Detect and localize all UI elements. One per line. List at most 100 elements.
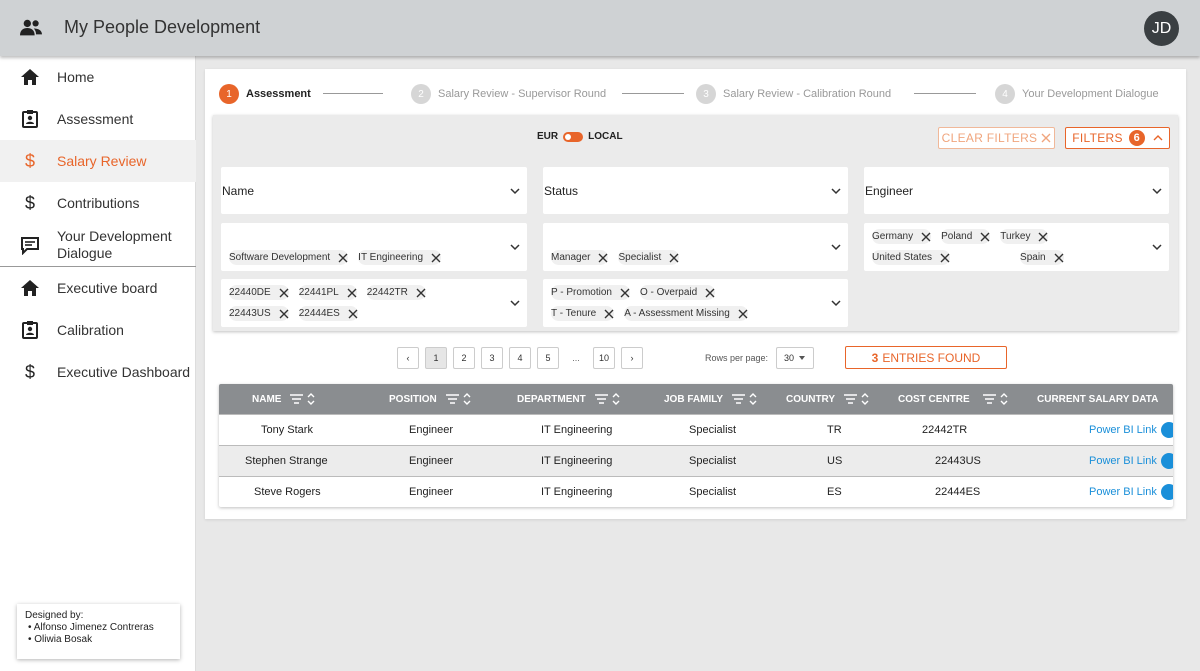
chip[interactable]: 22440DE xyxy=(229,285,289,300)
power-bi-link[interactable]: Power BI Link xyxy=(1089,486,1157,498)
chip[interactable]: T - Tenure xyxy=(551,306,615,321)
step-2[interactable]: 2 Salary Review - Supervisor Round xyxy=(411,83,606,105)
pagination-ellipsis: ... xyxy=(572,353,580,363)
page-button[interactable]: 1 xyxy=(425,347,447,369)
column-header-cost-centre[interactable]: COST CENTRE xyxy=(898,384,1008,414)
sort-icon[interactable] xyxy=(843,392,869,406)
sidebar-item-executive-dashboard[interactable]: $ Executive Dashboard xyxy=(0,351,196,393)
chip[interactable]: Poland xyxy=(941,229,991,244)
chip[interactable]: A - Assessment Missing xyxy=(624,306,748,321)
chip[interactable]: 22441PL xyxy=(298,285,357,300)
close-icon[interactable] xyxy=(431,253,441,263)
table-row[interactable]: Steve Rogers Engineer IT Engineering Spe… xyxy=(219,476,1173,507)
filters-toggle-button[interactable]: FILTERS 6 xyxy=(1065,127,1170,149)
column-header-position[interactable]: POSITION xyxy=(389,384,471,414)
rows-per-page-select[interactable]: 30 xyxy=(776,347,814,369)
chip-label: P - Promotion xyxy=(551,287,612,298)
close-icon[interactable] xyxy=(1038,232,1048,242)
chip-label: United States xyxy=(872,252,933,263)
chip[interactable]: O - Overpaid xyxy=(639,285,716,300)
column-header-name[interactable]: NAME xyxy=(252,384,315,414)
step-4[interactable]: 4 Your Development Dialogue xyxy=(995,83,1159,105)
sidebar-item-salary-review[interactable]: $ Salary Review xyxy=(0,140,196,182)
sidebar-item-development-dialogue[interactable]: Your Development Dialogue xyxy=(0,224,196,266)
chip[interactable]: P - Promotion xyxy=(551,285,630,300)
chevron-down-icon xyxy=(831,300,841,307)
power-bi-link[interactable]: Power BI Link xyxy=(1089,455,1157,467)
page-button[interactable]: 5 xyxy=(537,347,559,369)
department-select[interactable]: Software Development IT Engineering xyxy=(221,223,527,271)
cost-centre-select[interactable]: 22440DE 22441PL 22442TR 22443US 22444ES xyxy=(221,279,527,327)
cell-position: Engineer xyxy=(409,486,454,498)
close-icon[interactable] xyxy=(338,253,348,263)
employee-table: NAME POSITION DEPARTMENT JOB FAMILY COUN… xyxy=(219,384,1173,507)
sort-icon[interactable] xyxy=(289,392,315,406)
chip[interactable]: Spain xyxy=(1020,250,1064,265)
prev-page-button[interactable]: ‹ xyxy=(397,347,419,369)
close-icon[interactable] xyxy=(980,232,990,242)
page-button[interactable]: 4 xyxy=(509,347,531,369)
clear-filters-button[interactable]: CLEAR FILTERS xyxy=(938,127,1055,149)
chip[interactable]: Turkey xyxy=(1000,229,1049,244)
currency-toggle[interactable]: EUR LOCAL xyxy=(537,131,623,142)
close-icon[interactable] xyxy=(279,288,289,298)
table-row[interactable]: Tony Stark Engineer IT Engineering Speci… xyxy=(219,414,1173,445)
table-row[interactable]: Stephen Strange Engineer IT Engineering … xyxy=(219,445,1173,476)
sort-icon[interactable] xyxy=(445,392,471,406)
stepper: 1 Assessment 2 Salary Review - Superviso… xyxy=(219,83,1169,105)
column-header-country[interactable]: COUNTRY xyxy=(786,384,869,414)
close-icon[interactable] xyxy=(348,309,358,319)
step-3[interactable]: 3 Salary Review - Calibration Round xyxy=(696,83,891,105)
page-button[interactable]: 10 xyxy=(593,347,615,369)
power-bi-icon[interactable] xyxy=(1161,453,1173,469)
column-header-job-family[interactable]: JOB FAMILY xyxy=(664,384,757,414)
power-bi-link[interactable]: Power BI Link xyxy=(1089,424,1157,436)
page-button[interactable]: 2 xyxy=(453,347,475,369)
sort-icon[interactable] xyxy=(594,392,620,406)
salary-status-select[interactable]: P - Promotion O - Overpaid T - Tenure A … xyxy=(543,279,848,327)
name-select[interactable]: Name xyxy=(221,167,527,214)
chip[interactable]: Manager xyxy=(551,250,609,265)
currency-switch[interactable] xyxy=(563,131,584,142)
chip[interactable]: 22444ES xyxy=(298,306,358,321)
page-button[interactable]: 3 xyxy=(481,347,503,369)
power-bi-icon[interactable] xyxy=(1161,422,1173,438)
column-header-current-salary-data[interactable]: CURRENT SALARY DATA xyxy=(1037,384,1158,414)
column-header-department[interactable]: DEPARTMENT xyxy=(517,384,620,414)
chip[interactable]: 22442TR xyxy=(366,285,426,300)
power-bi-icon[interactable] xyxy=(1161,484,1173,500)
role-select[interactable]: Engineer xyxy=(864,167,1169,214)
status-select[interactable]: Status xyxy=(543,167,848,214)
close-icon[interactable] xyxy=(347,288,357,298)
close-icon[interactable] xyxy=(620,288,630,298)
cell-cost-centre: 22442TR xyxy=(922,424,968,436)
chip[interactable]: United States xyxy=(872,250,951,265)
sidebar-item-contributions[interactable]: $ Contributions xyxy=(0,182,196,224)
next-page-button[interactable]: › xyxy=(621,347,643,369)
chip[interactable]: Germany xyxy=(872,229,932,244)
user-avatar[interactable]: JD xyxy=(1144,11,1179,46)
close-icon[interactable] xyxy=(669,253,679,263)
sort-icon[interactable] xyxy=(731,392,757,406)
close-icon[interactable] xyxy=(940,253,950,263)
close-icon[interactable] xyxy=(279,309,289,319)
step-1[interactable]: 1 Assessment xyxy=(219,83,311,105)
close-icon[interactable] xyxy=(598,253,608,263)
chip[interactable]: 22443US xyxy=(229,306,289,321)
close-icon[interactable] xyxy=(416,288,426,298)
position-select[interactable]: Manager Specialist xyxy=(543,223,848,271)
country-select[interactable]: Germany Poland Turkey United States Spai… xyxy=(864,223,1169,271)
close-icon[interactable] xyxy=(1054,253,1064,263)
sort-icon[interactable] xyxy=(982,392,1008,406)
close-icon[interactable] xyxy=(604,309,614,319)
chip[interactable]: IT Engineering xyxy=(358,250,442,265)
sidebar-item-executive-board[interactable]: Executive board xyxy=(0,267,196,309)
close-icon[interactable] xyxy=(705,288,715,298)
chip[interactable]: Specialist xyxy=(618,250,680,265)
close-icon[interactable] xyxy=(921,232,931,242)
close-icon[interactable] xyxy=(738,309,748,319)
chip[interactable]: Software Development xyxy=(229,250,349,265)
sidebar-item-calibration[interactable]: Calibration xyxy=(0,309,196,351)
sidebar-item-assessment[interactable]: Assessment xyxy=(0,98,196,140)
sidebar-item-home[interactable]: Home xyxy=(0,56,196,98)
